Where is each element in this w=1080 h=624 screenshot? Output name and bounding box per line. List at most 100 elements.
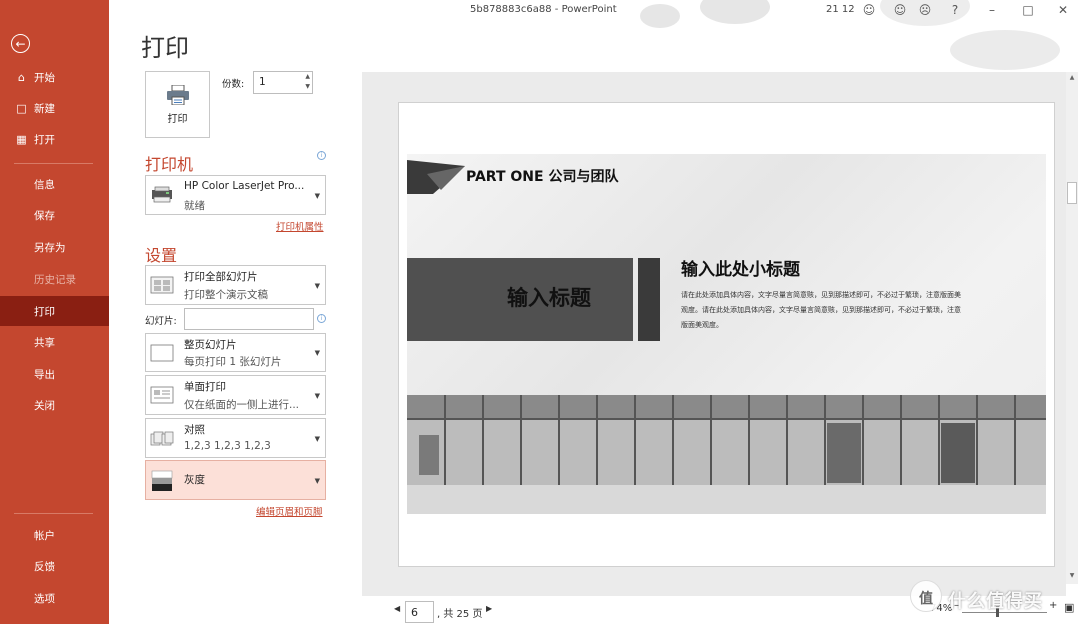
- nav-divider: [14, 163, 93, 164]
- printer-header: 打印机: [145, 155, 194, 174]
- copies-value: 1: [259, 76, 266, 88]
- nav-item-open[interactable]: ▦ 打开: [0, 124, 109, 154]
- grayscale-icon: [151, 470, 173, 491]
- backstage-nav: ← ⌂ 开始 □ 新建 ▦ 打开 信息 保存 另存为 历史记录 打印 共享 导出…: [0, 0, 109, 624]
- copies-input[interactable]: 1 ▲ ▼: [253, 71, 313, 94]
- nav-item-print[interactable]: 打印: [0, 296, 109, 326]
- nav-item-history[interactable]: 历史记录: [0, 264, 109, 294]
- next-page-icon[interactable]: ▶: [486, 604, 492, 613]
- full-page-slide-icon: [150, 344, 174, 362]
- nav-item-options[interactable]: 选项: [0, 583, 109, 613]
- nav-item-label: 关闭: [34, 399, 55, 412]
- slide-subtitle: 输入此处小标题: [681, 260, 800, 280]
- decorative-cloud: [950, 30, 1060, 70]
- open-folder-icon: ▦: [16, 132, 27, 146]
- nav-item-label: 选项: [34, 592, 55, 605]
- prev-page-icon[interactable]: ◀: [394, 604, 400, 613]
- frown-icon[interactable]: ☹: [917, 2, 933, 18]
- print-button[interactable]: 打印: [145, 71, 210, 138]
- nav-item-info[interactable]: 信息: [0, 169, 109, 199]
- info-icon[interactable]: i: [317, 314, 326, 323]
- nav-item-label: 信息: [34, 178, 55, 191]
- nav-item-save-as[interactable]: 另存为: [0, 232, 109, 262]
- page-number-input[interactable]: 6: [405, 601, 434, 623]
- close-icon[interactable]: ✕: [1055, 2, 1071, 18]
- collated-icon: [150, 431, 174, 446]
- color-dropdown[interactable]: 灰度 ▼: [145, 460, 326, 500]
- maximize-icon[interactable]: □: [1020, 2, 1036, 18]
- nav-item-close[interactable]: 关闭: [0, 390, 109, 420]
- nav-item-label: 打开: [34, 133, 55, 146]
- site-watermark: 值 什么值得买: [910, 580, 1070, 616]
- chevron-down-icon: ▼: [314, 349, 320, 357]
- clock: 21 12: [826, 4, 855, 15]
- preview-scrollbar[interactable]: ▲ ▼: [1066, 72, 1078, 584]
- slide-office-photo: [407, 395, 1046, 514]
- one-sided-icon: [150, 386, 174, 404]
- printer-properties-link[interactable]: 打印机属性: [276, 219, 324, 233]
- printer-device-icon: [152, 186, 172, 203]
- print-button-label: 打印: [167, 113, 188, 125]
- scrollbar-thumb[interactable]: [1067, 182, 1077, 204]
- spin-down-icon[interactable]: ▼: [305, 83, 310, 90]
- nav-item-label: 新建: [34, 102, 55, 115]
- nav-item-new[interactable]: □ 新建: [0, 93, 109, 123]
- collate-desc: 1,2,3 1,2,3 1,2,3: [184, 440, 271, 452]
- watermark-text: 什么值得买: [948, 591, 1043, 612]
- home-icon: ⌂: [18, 70, 25, 84]
- print-range-title: 打印全部幻灯片: [184, 271, 258, 283]
- layout-dropdown[interactable]: 整页幻灯片 每页打印 1 张幻灯片 ▼: [145, 333, 326, 372]
- back-arrow-icon[interactable]: ←: [11, 34, 30, 53]
- nav-item-account[interactable]: 帐户: [0, 520, 109, 550]
- slides-input[interactable]: [184, 308, 314, 330]
- chevron-down-icon: ▼: [314, 477, 320, 485]
- print-range-desc: 打印整个演示文稿: [184, 289, 268, 301]
- sides-dropdown[interactable]: 单面打印 仅在纸面的一侧上进行... ▼: [145, 375, 326, 415]
- minimize-icon[interactable]: –: [984, 2, 1000, 18]
- scroll-up-icon[interactable]: ▲: [1066, 74, 1078, 81]
- settings-header: 设置: [145, 246, 178, 265]
- print-range-dropdown[interactable]: 打印全部幻灯片 打印整个演示文稿 ▼: [145, 265, 326, 305]
- nav-item-label: 反馈: [34, 560, 55, 573]
- nav-item-label: 保存: [34, 209, 55, 222]
- nav-item-label: 打印: [34, 305, 55, 318]
- copies-label: 份数:: [222, 79, 245, 90]
- nav-item-export[interactable]: 导出: [0, 359, 109, 389]
- chevron-down-icon: ▼: [314, 282, 320, 290]
- account-icon[interactable]: ☺: [861, 2, 877, 18]
- edit-header-footer-link[interactable]: 编辑页眉和页脚: [256, 504, 323, 518]
- watermark-logo: 值: [910, 580, 942, 612]
- preview-slide: PART ONE 公司与团队 输入标题 输入此处小标题 请在此处添加具体内容，文…: [407, 154, 1046, 514]
- printer-icon: [166, 84, 189, 105]
- color-title: 灰度: [184, 474, 205, 486]
- nav-item-share[interactable]: 共享: [0, 327, 109, 357]
- info-icon[interactable]: i: [317, 151, 326, 160]
- nav-item-label: 导出: [34, 368, 55, 381]
- nav-item-save[interactable]: 保存: [0, 200, 109, 230]
- sides-desc: 仅在纸面的一侧上进行...: [184, 399, 300, 411]
- photo-window-frames: [407, 395, 1046, 485]
- slide-body-text: 请在此处添加具体内容，文字尽量言简意赅，见到那描述即可，不必过于繁琐，注意版面美…: [681, 291, 961, 329]
- collate-dropdown[interactable]: 对照 1,2,3 1,2,3 1,2,3 ▼: [145, 418, 326, 458]
- nav-item-label: 帐户: [34, 529, 55, 542]
- nav-item-feedback[interactable]: 反馈: [0, 551, 109, 581]
- sides-title: 单面打印: [184, 381, 226, 393]
- window-title: 5b878883c6a88 - PowerPoint: [470, 4, 617, 15]
- slides-label: 幻灯片:: [145, 316, 177, 327]
- new-document-icon: □: [16, 101, 27, 115]
- printer-status: 就绪: [184, 200, 205, 212]
- scroll-down-icon[interactable]: ▼: [1066, 572, 1078, 579]
- nav-item-label: 另存为: [34, 241, 66, 254]
- nav-item-home[interactable]: ⌂ 开始: [0, 62, 109, 92]
- slide-flag-shape: [407, 160, 465, 194]
- help-icon[interactable]: ?: [947, 2, 963, 18]
- chevron-down-icon: ▼: [314, 435, 320, 443]
- spin-up-icon[interactable]: ▲: [305, 73, 310, 80]
- smile-icon[interactable]: ☺: [892, 2, 908, 18]
- page-total: , 共 25 页: [437, 609, 483, 620]
- collate-title: 对照: [184, 424, 205, 436]
- slide-part-heading: PART ONE 公司与团队: [466, 169, 619, 185]
- printer-dropdown[interactable]: HP Color LaserJet Pro... 就绪 ▼: [145, 175, 326, 215]
- slide-title: 输入标题: [507, 286, 591, 310]
- title-bar: 5b878883c6a88 - PowerPoint 21 12 ☺ ☺ ☹ ?…: [109, 0, 1080, 22]
